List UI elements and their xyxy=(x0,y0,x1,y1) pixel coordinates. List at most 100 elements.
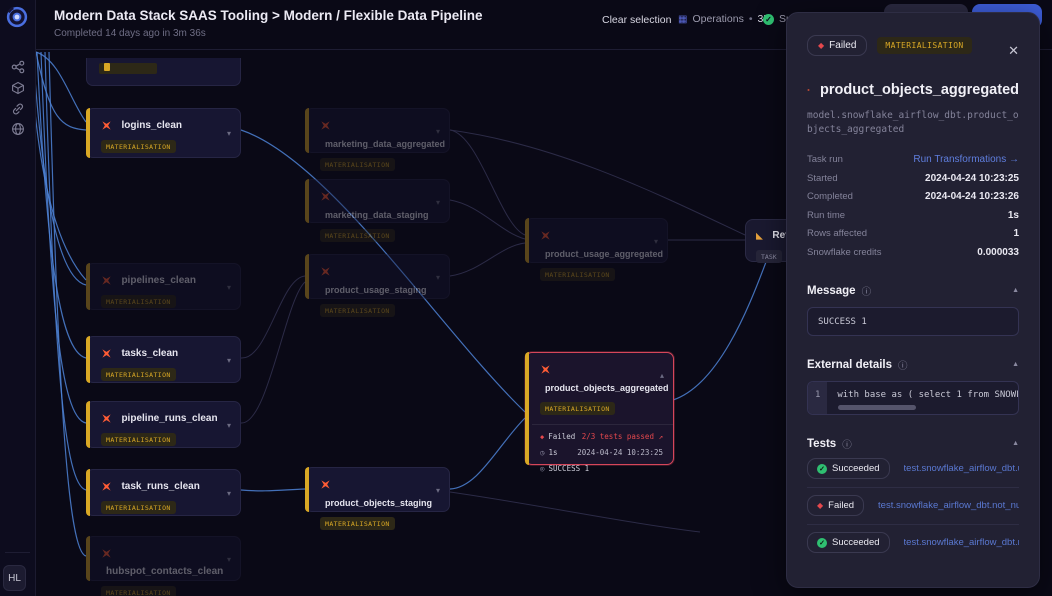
node-pipeline-runs-clean[interactable]: pipeline_runs_clean ▾ MATERIALISATION xyxy=(86,401,241,448)
integrations-icon[interactable] xyxy=(11,102,25,116)
chevron-up-icon[interactable]: ▴ xyxy=(660,371,664,380)
task-badge: TASK xyxy=(756,250,782,263)
node-hubspot-contacts-clean[interactable]: hubspot_contacts_clean ▾ MATERIALISATION xyxy=(86,536,241,581)
task-run-link[interactable]: Run Transformations → xyxy=(913,154,1019,165)
chevron-down-icon[interactable]: ▾ xyxy=(436,127,440,136)
detail-label: Started xyxy=(807,173,838,184)
node-label: marketing_data_aggregated xyxy=(325,139,445,149)
info-icon: ⓘ xyxy=(842,437,852,451)
chevron-down-icon[interactable]: ▾ xyxy=(227,356,231,365)
check-circle-icon: ✓ xyxy=(763,14,774,25)
materialisation-badge: MATERIALISATION xyxy=(101,433,176,446)
materialisation-badge: MATERIALISATION xyxy=(320,304,395,317)
materialisation-badge: MATERIALISATION xyxy=(877,37,971,54)
node-accent-bar xyxy=(305,467,309,512)
app-logo[interactable] xyxy=(5,5,29,29)
status-badge-label: Failed xyxy=(829,40,856,51)
node-accent-bar xyxy=(86,536,90,581)
chevron-down-icon[interactable]: ▾ xyxy=(436,198,440,207)
node-accent-bar xyxy=(86,336,90,383)
dbt-icon xyxy=(101,481,112,492)
chevron-down-icon[interactable]: ▾ xyxy=(227,283,231,292)
message-section-title: Message xyxy=(807,285,856,297)
node-message: SUCCESS 1 xyxy=(549,464,590,473)
detail-value: 2024-04-24 10:23:26 xyxy=(925,191,1019,202)
test-status-label: Succeeded xyxy=(832,537,880,548)
failed-diamond-icon: ◆ xyxy=(540,433,544,441)
chevron-down-icon[interactable]: ▾ xyxy=(436,486,440,495)
dbt-icon xyxy=(807,78,810,102)
node-accent-bar xyxy=(86,469,90,516)
breadcrumb-title: Modern Data Stack SAAS Tooling > Modern … xyxy=(54,8,482,23)
pipelines-icon[interactable] xyxy=(11,60,25,74)
collapse-icon[interactable]: ▲ xyxy=(1012,287,1019,294)
node-task-runs-clean[interactable]: task_runs_clean ▾ MATERIALISATION xyxy=(86,469,241,516)
node-marketing-data-aggregated[interactable]: marketing_data_aggregated ▾ MATERIALISAT… xyxy=(305,108,450,153)
detail-value: 0.000033 xyxy=(977,247,1019,258)
info-icon: ⓘ xyxy=(898,358,908,372)
tests-summary-link[interactable]: 2/3 tests passed ↗ xyxy=(582,432,663,441)
operations-label: Operations xyxy=(692,13,743,25)
node-clipped-top[interactable] xyxy=(86,58,241,86)
failed-diamond-icon: ◆ xyxy=(817,501,823,510)
collapse-icon[interactable]: ▲ xyxy=(1012,361,1019,368)
dbt-icon xyxy=(540,230,551,241)
chevron-down-icon[interactable]: ▾ xyxy=(654,237,658,246)
chevron-down-icon[interactable]: ▾ xyxy=(227,421,231,430)
chevron-down-icon[interactable]: ▾ xyxy=(227,489,231,498)
detail-label: Rows affected xyxy=(807,228,867,239)
settings-icon[interactable] xyxy=(11,122,25,136)
line-number: 1 xyxy=(808,382,827,414)
node-product-usage-aggregated[interactable]: product_usage_aggregated ▾ MATERIALISATI… xyxy=(525,218,668,263)
tests-section-title: Tests xyxy=(807,438,836,450)
collapse-icon[interactable]: ▲ xyxy=(1012,440,1019,447)
user-avatar[interactable]: HL xyxy=(3,565,26,591)
test-link[interactable]: test.snowflake_airflow_dbt.not_null_pr xyxy=(904,537,1019,548)
test-link[interactable]: test.snowflake_airflow_dbt.not_null_pr xyxy=(878,500,1019,511)
chevron-down-icon[interactable]: ▾ xyxy=(436,273,440,282)
node-runtime: 1s xyxy=(549,448,558,457)
close-icon[interactable]: ✕ xyxy=(1008,43,1019,59)
status-dot-icon: ◎ xyxy=(540,464,545,473)
horizontal-scrollbar[interactable] xyxy=(838,405,916,410)
products-icon[interactable] xyxy=(11,81,25,95)
dbt-icon xyxy=(320,479,331,490)
external-details-code: 1 with base as ( select 1 from SNOWFLAKE xyxy=(807,381,1019,415)
operations-counter: ▦ Operations • 35 xyxy=(678,13,769,25)
node-product-objects-staging[interactable]: product_objects_staging ▾ MATERIALISATIO… xyxy=(305,467,450,512)
node-divider xyxy=(532,424,673,425)
test-link[interactable]: test.snowflake_airflow_dbt.unique_pro xyxy=(904,463,1019,474)
node-product-objects-aggregated-selected[interactable]: product_objects_aggregated ▴ MATERIALISA… xyxy=(525,352,674,465)
node-accent-bar xyxy=(305,254,309,299)
detail-label: Task run xyxy=(807,154,843,165)
clock-icon: ◷ xyxy=(540,448,545,457)
message-content: SUCCESS 1 xyxy=(807,307,1019,336)
node-label: product_usage_aggregated xyxy=(545,249,663,259)
node-pipelines-clean[interactable]: pipelines_clean ▾ MATERIALISATION xyxy=(86,263,241,310)
test-row: ◆ Failed test.snowflake_airflow_dbt.not_n… xyxy=(807,488,1019,524)
dbt-icon xyxy=(101,548,112,559)
materialisation-badge: MATERIALISATION xyxy=(540,402,615,415)
panel-title: product_objects_aggregated xyxy=(820,82,1019,98)
chevron-down-icon[interactable]: ▾ xyxy=(227,555,231,564)
node-tasks-clean[interactable]: tasks_clean ▾ MATERIALISATION xyxy=(86,336,241,383)
dbt-icon xyxy=(101,275,112,286)
dbt-icon xyxy=(320,191,331,202)
chevron-down-icon[interactable]: ▾ xyxy=(227,129,231,138)
materialisation-badge: MATERIALISATION xyxy=(101,295,176,308)
test-status-label: Failed xyxy=(828,500,854,511)
detail-label: Snowflake credits xyxy=(807,247,881,258)
node-logins-clean[interactable]: logins_clean ▾ MATERIALISATION xyxy=(86,108,241,158)
materialisation-badge: MATERIALISATION xyxy=(320,229,395,242)
operations-grid-icon: ▦ xyxy=(678,14,687,25)
node-timestamp: 2024-04-24 10:23:25 xyxy=(577,448,663,457)
clear-selection-button[interactable]: Clear selection xyxy=(602,14,671,26)
dbt-icon xyxy=(101,348,112,359)
dbt-icon xyxy=(540,364,551,375)
node-label: pipeline_runs_clean xyxy=(121,413,217,424)
node-marketing-data-staging[interactable]: marketing_data_staging ▾ MATERIALISATION xyxy=(305,179,450,223)
materialisation-badge: MATERIALISATION xyxy=(101,140,176,153)
node-product-usage-staging[interactable]: product_usage_staging ▾ MATERIALISATION xyxy=(305,254,450,299)
dbt-icon xyxy=(101,413,112,424)
accent-chip xyxy=(104,63,110,71)
